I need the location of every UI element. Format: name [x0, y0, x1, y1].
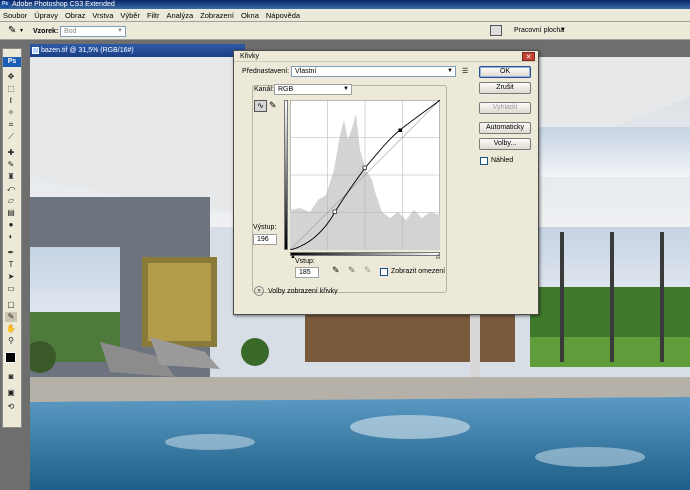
options-button[interactable]: Volby... [479, 138, 531, 150]
healing-brush-tool-icon[interactable]: ✚ [5, 148, 17, 158]
auto-button[interactable]: Automaticky [479, 122, 531, 134]
workspace-icon[interactable] [490, 25, 502, 36]
chevron-down-icon: ▼ [117, 28, 123, 34]
history-brush-tool-icon[interactable]: ⤺ [5, 184, 17, 194]
type-tool-icon[interactable]: T [5, 260, 17, 270]
channel-value: RGB [278, 86, 294, 93]
menu-filter[interactable]: Filtr [147, 11, 160, 20]
show-clipping-checkbox[interactable] [380, 268, 388, 276]
toolbox-logo: Ps [3, 57, 21, 67]
menu-edit[interactable]: Úpravy [34, 11, 58, 20]
screen-mode-icon[interactable]: ▣ [5, 388, 17, 398]
cancel-button[interactable]: Zrušit [479, 82, 531, 94]
menu-view[interactable]: Zobrazení [200, 11, 234, 20]
gray-eyedropper-icon[interactable]: ✎ [348, 265, 356, 276]
move-tool-icon[interactable]: ✥ [5, 72, 17, 82]
workspace-button[interactable]: Pracovní plocha [514, 27, 564, 34]
menu-window[interactable]: Okna [241, 11, 259, 20]
hand-tool-icon[interactable]: ✋ [5, 324, 17, 334]
pen-tool-icon[interactable]: ✒ [5, 248, 17, 258]
document-title: bazen.tif @ 31,5% (RGB/16#) [41, 47, 134, 54]
chevron-down-icon: ▼ [343, 86, 349, 92]
preset-select[interactable]: Vlastní ▼ [291, 66, 456, 77]
close-button[interactable]: ✕ [522, 52, 535, 61]
lasso-tool-icon[interactable]: ℓ [5, 96, 17, 106]
channel-select[interactable]: RGB ▼ [274, 84, 352, 95]
channel-label: Kanál: [254, 86, 274, 93]
blur-tool-icon[interactable]: ● [5, 220, 17, 230]
curve-point-tool-icon[interactable]: ∿ [254, 100, 267, 112]
sample-size-value: Bod [64, 28, 77, 35]
foreground-color-swatch[interactable] [5, 352, 16, 363]
close-icon: ✕ [525, 54, 532, 61]
output-gradient-bar [284, 100, 288, 250]
gradient-tool-icon[interactable]: ▤ [5, 208, 17, 218]
path-selection-tool-icon[interactable]: ➤ [5, 272, 17, 282]
menu-analysis[interactable]: Analýza [166, 11, 193, 20]
quick-mask-icon[interactable]: ◙ [5, 372, 17, 382]
preset-label: Přednastavení: [242, 68, 290, 75]
curves-dialog: Křivky ✕ Přednastavení: Vlastní ▼ ☰ Kaná… [233, 50, 539, 315]
jump-to-imageready-icon[interactable]: ⟲ [5, 402, 17, 412]
menu-bar: Soubor Úpravy Obraz Vrstva Výběr Filtr A… [0, 9, 690, 22]
chevron-down-icon: ▼ [447, 68, 453, 74]
show-clipping-label: Zobrazit omezení [391, 268, 446, 275]
preset-value: Vlastní [295, 68, 317, 75]
app-title: Adobe Photoshop CS3 Extended [12, 1, 115, 8]
preview-label: Náhled [491, 157, 514, 164]
app-title-bar: Ps Adobe Photoshop CS3 Extended [0, 0, 690, 9]
curve-options-label[interactable]: Volby zobrazení křivky [268, 288, 338, 295]
smooth-button[interactable]: Vyhladit [479, 102, 531, 114]
white-eyedropper-icon[interactable]: ✎ [364, 265, 372, 276]
input-field[interactable]: 185 [295, 267, 319, 278]
eraser-tool-icon[interactable]: ▱ [5, 196, 17, 206]
sample-label: Vzorek: [33, 28, 59, 35]
marquee-tool-icon[interactable]: ⬚ [5, 84, 17, 94]
clone-stamp-tool-icon[interactable]: ♜ [5, 172, 17, 182]
menu-select[interactable]: Výběr [120, 11, 140, 20]
notes-tool-icon[interactable]: ▢ [5, 300, 17, 310]
curve-graph[interactable] [290, 100, 440, 250]
crop-tool-icon[interactable]: ⌗ [5, 120, 17, 130]
magic-wand-tool-icon[interactable]: ✧ [5, 108, 17, 118]
preset-options-icon[interactable]: ☰ [462, 67, 468, 75]
sample-size-select[interactable]: Bod ▼ [60, 26, 126, 37]
zoom-tool-icon[interactable]: ⚲ [5, 336, 17, 346]
menu-layer[interactable]: Vrstva [92, 11, 113, 20]
brush-tool-icon[interactable]: ✎ [5, 160, 17, 170]
output-label: Výstup: [253, 224, 277, 231]
ok-button[interactable]: OK [479, 66, 531, 78]
menu-file[interactable]: Soubor [3, 11, 27, 20]
input-gradient-bar [290, 252, 440, 256]
slice-tool-icon[interactable]: ⟋ [5, 132, 17, 142]
preview-checkbox[interactable] [480, 157, 488, 165]
tool-preset-chevron-icon[interactable]: ▾ [20, 27, 23, 34]
options-bar: ✎ ▾ Vzorek: Bod ▼ Pracovní plocha ▼ [0, 22, 690, 40]
workspace-chevron-icon[interactable]: ▼ [560, 27, 566, 33]
dodge-tool-icon[interactable]: ◐ [5, 232, 17, 242]
document-icon [32, 47, 39, 54]
input-label: Vstup: [295, 258, 315, 265]
output-value: 196 [257, 236, 269, 243]
input-value: 185 [299, 269, 311, 276]
white-point-slider[interactable]: ▲ [435, 254, 441, 260]
menu-image[interactable]: Obraz [65, 11, 85, 20]
output-field[interactable]: 196 [253, 234, 277, 245]
dialog-title: Křivky [240, 53, 260, 60]
pencil-icon[interactable]: ✎ [269, 100, 277, 111]
document-tab[interactable]: bazen.tif @ 31,5% (RGB/16#) [30, 44, 245, 57]
app-logo-icon: Ps [1, 1, 9, 8]
menu-help[interactable]: Nápověda [266, 11, 300, 20]
eyedropper-tool-icon[interactable]: ✎ [8, 25, 16, 36]
black-eyedropper-icon[interactable]: ✎ [332, 265, 340, 276]
dialog-title-bar[interactable]: Křivky [234, 51, 538, 62]
eyedropper-tool-icon[interactable]: ✎ [5, 312, 17, 322]
shape-tool-icon[interactable]: ▭ [5, 284, 17, 294]
expand-icon[interactable]: » [254, 286, 264, 296]
